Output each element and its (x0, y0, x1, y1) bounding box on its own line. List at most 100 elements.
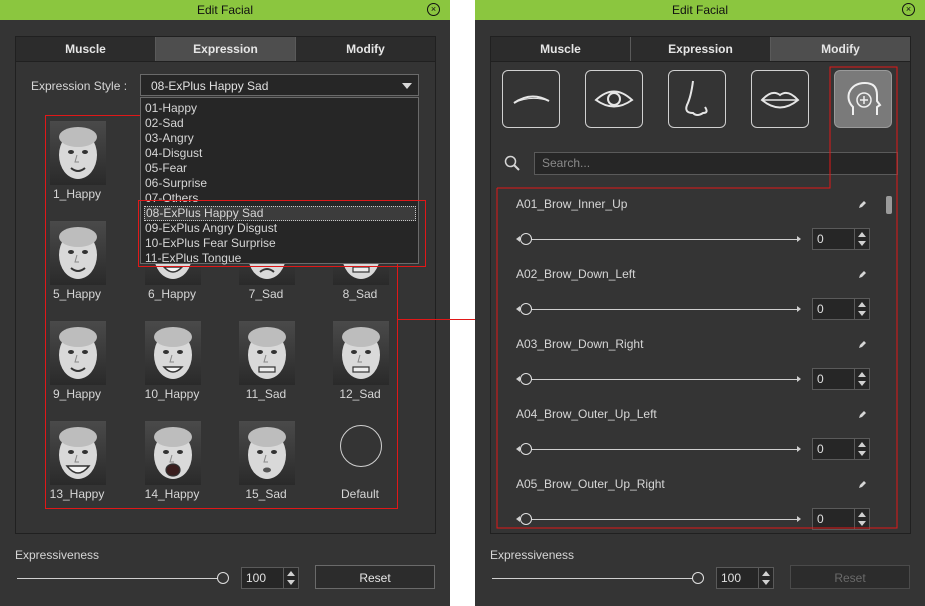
close-icon[interactable]: × (902, 3, 915, 16)
reset-button[interactable]: Reset (315, 565, 435, 589)
dropdown-option[interactable]: 01-Happy (144, 101, 417, 116)
morph-value-spinbox[interactable]: 0 (812, 298, 870, 320)
tab-muscle[interactable]: Muscle (16, 37, 156, 61)
morph-value-spinbox[interactable]: 0 (812, 508, 870, 530)
head-add-icon (847, 81, 882, 115)
expressiveness-slider-track[interactable] (17, 578, 223, 579)
dropdown-option[interactable]: 04-Disgust (144, 146, 417, 161)
expressiveness-spinbox[interactable]: 100 (716, 567, 774, 589)
feature-eyebrow-button[interactable] (502, 70, 560, 128)
spin-up-icon[interactable] (858, 372, 866, 377)
face-icon (154, 427, 192, 479)
close-icon[interactable]: × (427, 3, 440, 16)
tab-modify[interactable]: Modify (296, 37, 435, 61)
dropdown-option[interactable]: 02-Sad (144, 116, 417, 131)
expressiveness-label: Expressiveness (15, 548, 100, 562)
face-icon (59, 427, 97, 479)
chevron-down-icon[interactable] (402, 83, 412, 89)
dropdown-option[interactable]: 03-Angry (144, 131, 417, 146)
morph-slider-handle[interactable] (520, 233, 532, 245)
expression-caption: 13_Happy (49, 487, 105, 501)
expression-caption: 14_Happy (144, 487, 200, 501)
spin-down-icon[interactable] (858, 241, 866, 246)
tab-expression[interactable]: Expression (156, 37, 296, 61)
dropdown-option[interactable]: 06-Surprise (144, 176, 417, 191)
morph-slider-handle[interactable] (520, 373, 532, 385)
search-icon (504, 155, 520, 171)
expression-tile[interactable]: 5_Happy (31, 215, 123, 305)
pencil-icon[interactable] (858, 338, 867, 348)
expression-tile[interactable]: 12_Sad (314, 315, 406, 405)
expression-tile[interactable]: 1_Happy (31, 115, 123, 205)
spin-down-icon[interactable] (858, 451, 866, 456)
face-icon (154, 327, 192, 379)
expression-style-value: 08-ExPlus Happy Sad (151, 79, 269, 93)
expression-thumbnail (145, 321, 201, 385)
expressiveness-slider-track[interactable] (492, 578, 698, 579)
pencil-icon[interactable] (858, 478, 867, 488)
spin-up-icon[interactable] (858, 302, 866, 307)
pencil-icon[interactable] (858, 268, 867, 278)
edit-facial-window-expression: Edit Facial × Muscle Expression Modify E… (0, 0, 450, 606)
feature-head-add-button[interactable] (834, 70, 892, 128)
expressiveness-slider-handle[interactable] (217, 572, 229, 584)
feature-eye-button[interactable] (585, 70, 643, 128)
expression-caption: 9_Happy (52, 387, 102, 401)
expression-caption: 10_Happy (144, 387, 200, 401)
expression-thumbnail (50, 421, 106, 485)
expression-thumbnail (145, 421, 201, 485)
spin-up-icon[interactable] (858, 442, 866, 447)
morph-slider-track[interactable] (519, 239, 797, 240)
morph-name: A04_Brow_Outer_Up_Left (516, 407, 657, 421)
spin-up-icon[interactable] (858, 512, 866, 517)
expression-style-select[interactable]: 08-ExPlus Happy Sad (140, 74, 419, 96)
morph-slider-track[interactable] (519, 309, 797, 310)
reset-button[interactable]: Reset (790, 565, 910, 589)
morph-value-spinbox[interactable]: 0 (812, 368, 870, 390)
search-input[interactable]: Search... (534, 152, 898, 175)
expression-tile[interactable]: 14_Happy (126, 415, 218, 505)
spin-down-icon[interactable] (762, 580, 770, 585)
spin-up-icon[interactable] (287, 571, 295, 576)
expressiveness-slider-handle[interactable] (692, 572, 704, 584)
morph-value-spinbox[interactable]: 0 (812, 438, 870, 460)
dropdown-option[interactable]: 05-Fear (144, 161, 417, 176)
tab-muscle[interactable]: Muscle (491, 37, 631, 61)
expression-tile[interactable]: 10_Happy (126, 315, 218, 405)
eye-icon (594, 90, 634, 108)
spin-up-icon[interactable] (858, 232, 866, 237)
spin-down-icon[interactable] (287, 580, 295, 585)
expression-tile[interactable]: 11_Sad (220, 315, 312, 405)
pencil-icon[interactable] (858, 198, 867, 208)
morph-slider-handle[interactable] (520, 513, 532, 525)
expression-thumbnail (50, 321, 106, 385)
spin-down-icon[interactable] (858, 381, 866, 386)
expression-thumbnail (239, 421, 295, 485)
feature-nose-button[interactable] (668, 70, 726, 128)
spin-up-icon[interactable] (762, 571, 770, 576)
morph-slider-handle[interactable] (520, 303, 532, 315)
morph-slider-track[interactable] (519, 449, 797, 450)
face-icon (59, 327, 97, 379)
lips-icon (760, 91, 800, 109)
morph-list-scrollbar[interactable] (886, 196, 892, 214)
spin-down-icon[interactable] (858, 311, 866, 316)
tab-expression[interactable]: Expression (631, 37, 771, 61)
expression-thumbnail (239, 321, 295, 385)
morph-slider-handle[interactable] (520, 443, 532, 455)
expression-tile[interactable]: Default (314, 415, 406, 505)
morph-slider-track[interactable] (519, 519, 797, 520)
morph-value-spinbox[interactable]: 0 (812, 228, 870, 250)
tab-modify[interactable]: Modify (771, 37, 910, 61)
morph-value: 0 (817, 442, 824, 456)
expression-tile[interactable]: 13_Happy (31, 415, 123, 505)
morph-slider-track[interactable] (519, 379, 797, 380)
expression-tile[interactable]: 15_Sad (220, 415, 312, 505)
expressiveness-value: 100 (246, 571, 267, 585)
expression-tile[interactable]: 9_Happy (31, 315, 123, 405)
pencil-icon[interactable] (858, 408, 867, 418)
spin-down-icon[interactable] (858, 521, 866, 526)
expressiveness-spinbox[interactable]: 100 (241, 567, 299, 589)
expression-caption: 7_Sad (248, 287, 284, 301)
feature-lips-button[interactable] (751, 70, 809, 128)
